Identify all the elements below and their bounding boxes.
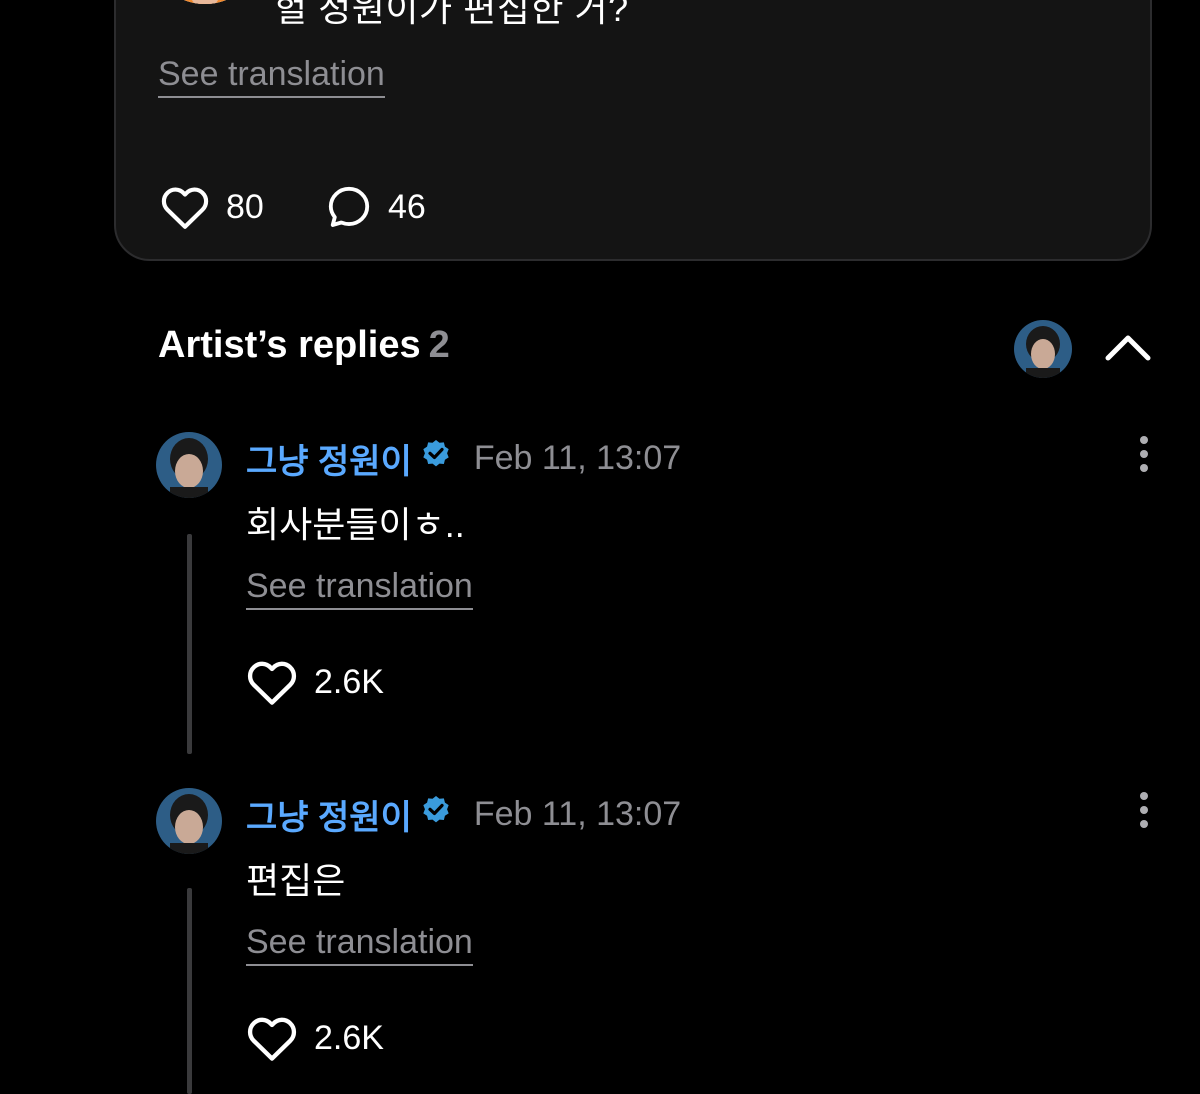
reply-like-count: 2.6K xyxy=(314,662,384,701)
chevron-up-icon xyxy=(1102,335,1154,372)
reply-like-button[interactable]: 2.6K xyxy=(246,1014,384,1062)
post-like-count: 80 xyxy=(226,187,264,226)
reply-timestamp: Feb 11, 13:07 xyxy=(473,795,682,833)
post-text: 헐 정원이가 편집한 거? xyxy=(274,0,629,29)
reply-author-avatar[interactable] xyxy=(156,788,222,854)
vertical-ellipsis-icon xyxy=(1134,436,1154,478)
artist-replies-title: Artist’s replies xyxy=(158,324,421,366)
collapse-replies-button[interactable] xyxy=(1102,328,1154,368)
verified-badge-icon xyxy=(420,794,452,835)
post-author-avatar[interactable] xyxy=(160,0,250,4)
speech-bubble-icon xyxy=(326,184,372,230)
post-comment-button[interactable]: 46 xyxy=(326,184,426,230)
vertical-ellipsis-icon xyxy=(1134,792,1154,834)
post-card[interactable]: 헐 정원이가 편집한 거? See translation 80 46 xyxy=(114,0,1152,261)
reply-more-button[interactable] xyxy=(1134,790,1154,830)
reply-header: 그냥 정원이 Feb 11, 13:07 xyxy=(246,790,681,839)
reply-timestamp: Feb 11, 13:07 xyxy=(473,439,682,477)
reply-like-button[interactable]: 2.6K xyxy=(246,658,384,706)
see-translation-link[interactable]: See translation xyxy=(158,54,385,98)
post-comment-count: 46 xyxy=(388,187,426,226)
post-like-button[interactable]: 80 xyxy=(160,184,264,230)
verified-badge-icon xyxy=(420,438,452,479)
see-translation-link[interactable]: See translation xyxy=(246,566,473,610)
artist-avatar[interactable] xyxy=(1014,320,1072,378)
reply-author-name[interactable]: 그냥 정원이 xyxy=(246,434,412,483)
heart-outline-icon xyxy=(160,184,210,230)
heart-outline-icon xyxy=(246,1014,298,1062)
artist-replies-count: 2 xyxy=(428,324,450,366)
reply-more-button[interactable] xyxy=(1134,434,1154,474)
reply-text: 편집은 xyxy=(246,860,346,901)
screen: 헐 정원이가 편집한 거? See translation 80 46 Arti… xyxy=(0,0,1200,1094)
reply-text: 회사분들이ㅎ.. xyxy=(246,504,465,545)
thread-line xyxy=(187,888,192,1094)
artist-replies-header: Artist’s replies 2 xyxy=(158,324,450,367)
reply-author-avatar[interactable] xyxy=(156,432,222,498)
reply-author-name[interactable]: 그냥 정원이 xyxy=(246,790,412,839)
heart-outline-icon xyxy=(246,658,298,706)
see-translation-link[interactable]: See translation xyxy=(246,922,473,966)
reply-header: 그냥 정원이 Feb 11, 13:07 xyxy=(246,434,681,483)
reply-like-count: 2.6K xyxy=(314,1018,384,1057)
thread-line xyxy=(187,534,192,754)
